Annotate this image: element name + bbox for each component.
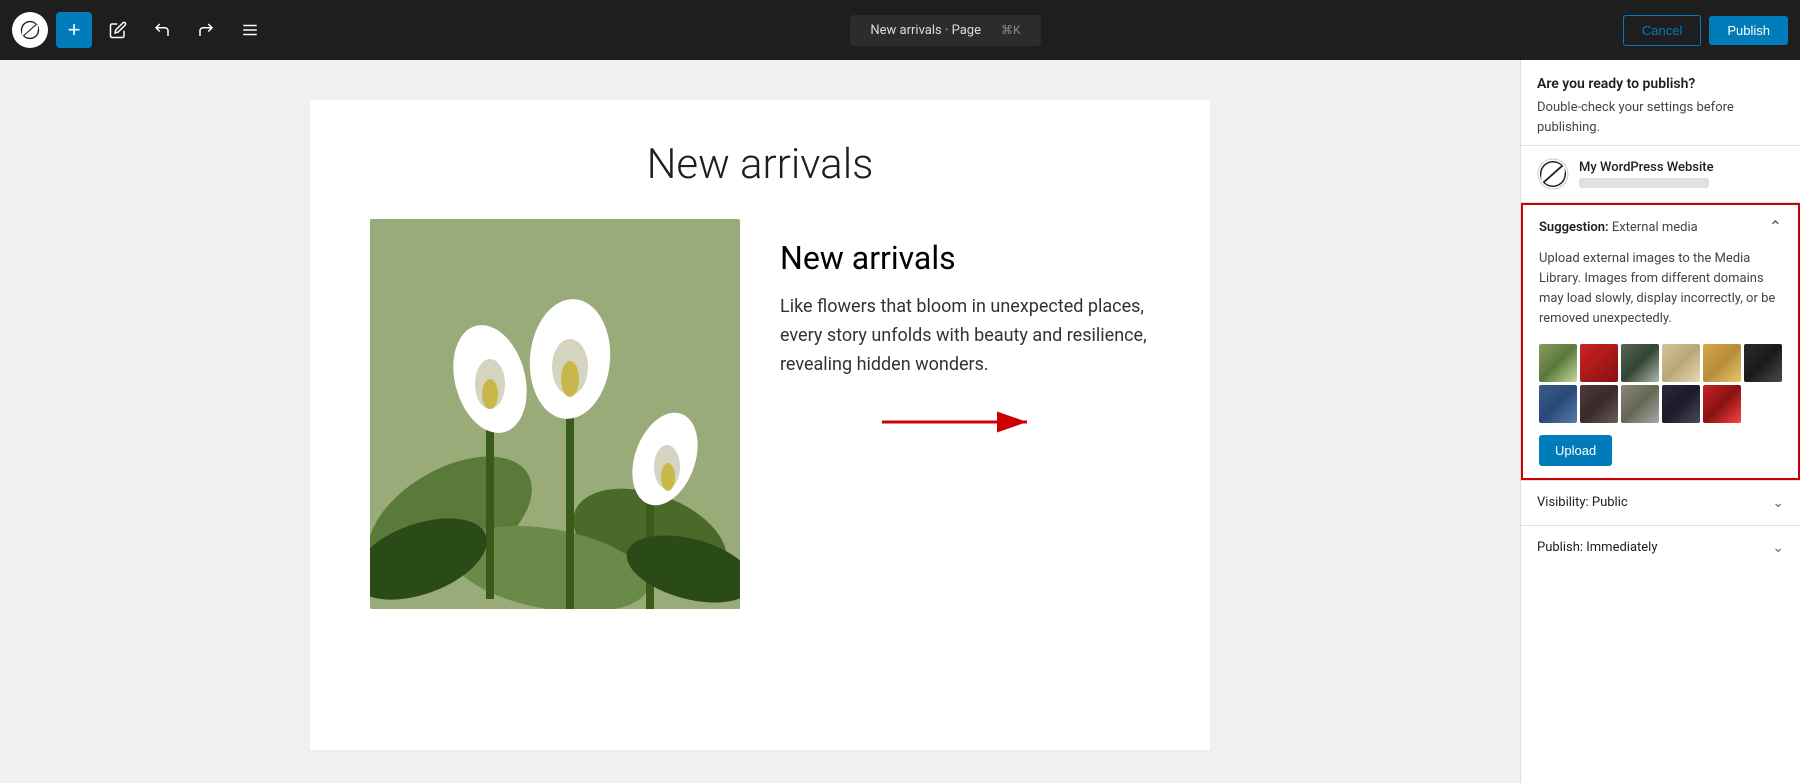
visibility-label: Visibility: Public <box>1537 495 1628 510</box>
main-area: New arrivals <box>0 60 1800 783</box>
site-name-container: My WordPress Website <box>1579 160 1714 188</box>
publish-question: Are you ready to publish? <box>1537 76 1784 92</box>
editor-text-section: New arrivals Like flowers that bloom in … <box>780 219 1150 379</box>
thumbnail-10 <box>1662 385 1700 423</box>
site-name: My WordPress Website <box>1579 160 1714 175</box>
site-info: My WordPress Website <box>1521 146 1800 203</box>
thumbnail-9 <box>1621 385 1659 423</box>
editor-title: New arrivals <box>370 140 1150 189</box>
thumbnail-3 <box>1621 344 1659 382</box>
toolbar-center: New arrivals · Page ⌘K <box>276 15 1615 46</box>
suggestion-header: Suggestion: External media ⌃ <box>1523 205 1798 245</box>
edit-icon-button[interactable] <box>100 12 136 48</box>
redo-button[interactable] <box>188 12 224 48</box>
page-title-text: New arrivals · Page <box>870 23 981 38</box>
upload-button[interactable]: Upload <box>1539 435 1612 466</box>
thumbnail-grid <box>1539 344 1782 423</box>
suggestion-text: Upload external images to the Media Libr… <box>1539 249 1782 330</box>
thumbnail-8 <box>1580 385 1618 423</box>
editor-body-text: Like flowers that bloom in unexpected pl… <box>780 293 1150 379</box>
suggestion-type: External media <box>1612 220 1698 235</box>
wp-site-icon <box>1537 158 1569 190</box>
editor-flower-image <box>370 219 740 609</box>
shortcut-badge: ⌘K <box>1001 23 1021 37</box>
sidebar-header: Are you ready to publish? Double-check y… <box>1521 60 1800 146</box>
suggestion-body: Upload external images to the Media Libr… <box>1523 245 1798 478</box>
publish-button[interactable]: Publish <box>1709 16 1788 45</box>
suggestion-label: Suggestion: External media <box>1539 220 1698 235</box>
editor-content: New arrivals <box>310 100 1210 750</box>
thumbnail-6 <box>1744 344 1782 382</box>
thumbnail-5 <box>1703 344 1741 382</box>
list-view-button[interactable] <box>232 12 268 48</box>
suggestion-box: Suggestion: External media ⌃ Upload exte… <box>1521 203 1800 480</box>
publish-time-chevron-icon: ⌄ <box>1772 540 1784 556</box>
add-block-button[interactable]: + <box>56 12 92 48</box>
visibility-row[interactable]: Visibility: Public ⌄ <box>1521 480 1800 525</box>
thumbnail-2 <box>1580 344 1618 382</box>
toolbar: + New arrivals · Page ⌘K Cancel Pu <box>0 0 1800 60</box>
thumbnail-1 <box>1539 344 1577 382</box>
publish-time-row[interactable]: Publish: Immediately ⌄ <box>1521 525 1800 570</box>
wp-logo <box>12 12 48 48</box>
editor-subtitle: New arrivals <box>780 239 1150 277</box>
site-url-bar <box>1579 178 1709 188</box>
toolbar-actions: Cancel Publish <box>1623 15 1788 46</box>
visibility-chevron-icon: ⌄ <box>1772 495 1784 511</box>
cancel-button[interactable]: Cancel <box>1623 15 1701 46</box>
publish-description: Double-check your settings before publis… <box>1537 98 1784 137</box>
editor-canvas: New arrivals <box>0 60 1520 783</box>
suggestion-keyword: Suggestion: <box>1539 220 1609 235</box>
publish-sidebar: Are you ready to publish? Double-check y… <box>1520 60 1800 783</box>
undo-button[interactable] <box>144 12 180 48</box>
page-title-bar[interactable]: New arrivals · Page ⌘K <box>850 15 1040 46</box>
suggestion-collapse-button[interactable]: ⌃ <box>1769 217 1782 237</box>
thumbnail-11 <box>1703 385 1741 423</box>
publish-time-label: Publish: Immediately <box>1537 540 1658 555</box>
thumbnail-4 <box>1662 344 1700 382</box>
thumbnail-7 <box>1539 385 1577 423</box>
